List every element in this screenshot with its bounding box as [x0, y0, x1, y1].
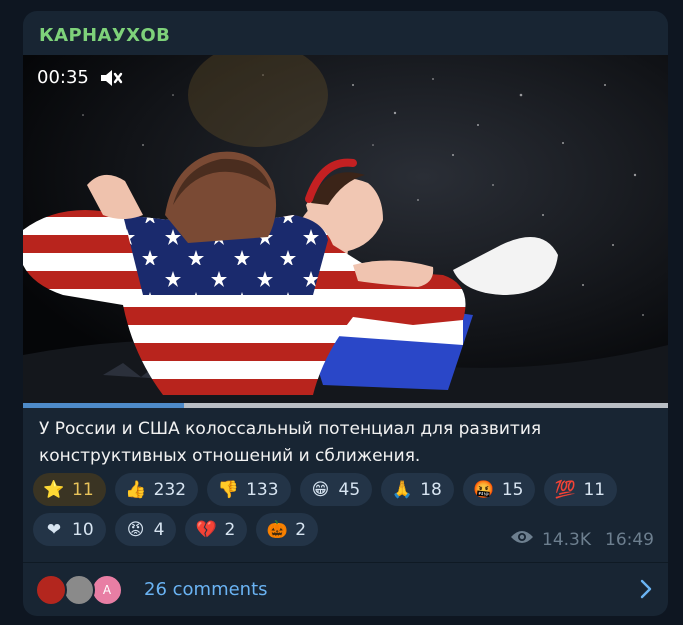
reaction-chip[interactable]: 🎃 2: [256, 513, 319, 546]
video-progress-bar[interactable]: [23, 403, 668, 408]
reaction-chip[interactable]: 👍 232: [114, 473, 199, 506]
timecode-text: 00:35: [37, 67, 89, 88]
reaction-chip[interactable]: ❤ 10: [33, 513, 106, 546]
reaction-count: 2: [295, 519, 307, 540]
reaction-chip[interactable]: 🙏 18: [381, 473, 454, 506]
post-caption: У России и США колоссальный потенциал дл…: [39, 419, 542, 466]
cat-avatar-icon: [63, 573, 95, 606]
red-heart-icon: ❤: [46, 519, 62, 540]
thumbs-down-icon: 👎: [217, 479, 239, 500]
views-count: 14.3K: [542, 529, 591, 550]
grinning-face-icon: 😁: [311, 479, 330, 500]
emblem-avatar-icon: [35, 573, 67, 606]
comments-label[interactable]: 26 comments: [144, 579, 268, 600]
eye-icon: [510, 529, 534, 550]
post-card: КАРНАУХОВ 00:35 У России и США колоссаль…: [23, 11, 668, 616]
video-progress-fill: [23, 403, 185, 408]
commenter-avatars: A: [35, 572, 135, 608]
volume-mute-icon[interactable]: [99, 68, 123, 88]
reaction-count: 4: [153, 519, 165, 540]
reaction-count: 45: [338, 479, 361, 500]
reaction-chip[interactable]: 😡 4: [114, 513, 177, 546]
reaction-count: 133: [246, 479, 279, 500]
reaction-chip[interactable]: 💯 11: [544, 473, 618, 506]
chevron-right-icon[interactable]: [640, 579, 652, 603]
reaction-count: 11: [72, 479, 94, 500]
reaction-chip[interactable]: 🤬 15: [462, 473, 536, 506]
reaction-count: 18: [420, 479, 442, 500]
post-meta: 14.3K 16:49: [510, 529, 654, 550]
cursing-face-icon: 🤬: [473, 479, 495, 500]
video-frame: [23, 55, 668, 403]
angry-face-icon: 😡: [126, 519, 145, 540]
comments-row[interactable]: A 26 comments: [23, 563, 668, 616]
star-icon: ⭐: [43, 479, 65, 500]
reaction-chip[interactable]: 💔 2: [185, 513, 248, 546]
reaction-chip[interactable]: ⭐ 11: [33, 473, 106, 506]
channel-name[interactable]: КАРНАУХОВ: [39, 25, 170, 46]
folded-hands-icon: 🙏: [391, 479, 413, 500]
broken-heart-icon: 💔: [195, 519, 218, 540]
video-player[interactable]: 00:35: [23, 55, 668, 403]
reaction-count: 15: [501, 479, 524, 500]
reaction-count: 232: [153, 479, 187, 500]
post-time: 16:49: [605, 529, 654, 550]
reaction-count: 10: [72, 519, 94, 540]
reaction-chip[interactable]: 👎 133: [207, 473, 291, 506]
reaction-count: 11: [583, 479, 606, 500]
hundred-points-icon: 💯: [554, 479, 577, 500]
reaction-count: 2: [224, 519, 236, 540]
letter-avatar-icon: A: [91, 573, 123, 606]
thumbs-up-icon: 👍: [125, 479, 147, 500]
reaction-chip[interactable]: 😁 45: [299, 473, 373, 506]
video-timecode: 00:35: [37, 67, 123, 88]
jack-o-lantern-icon: 🎃: [266, 519, 288, 540]
